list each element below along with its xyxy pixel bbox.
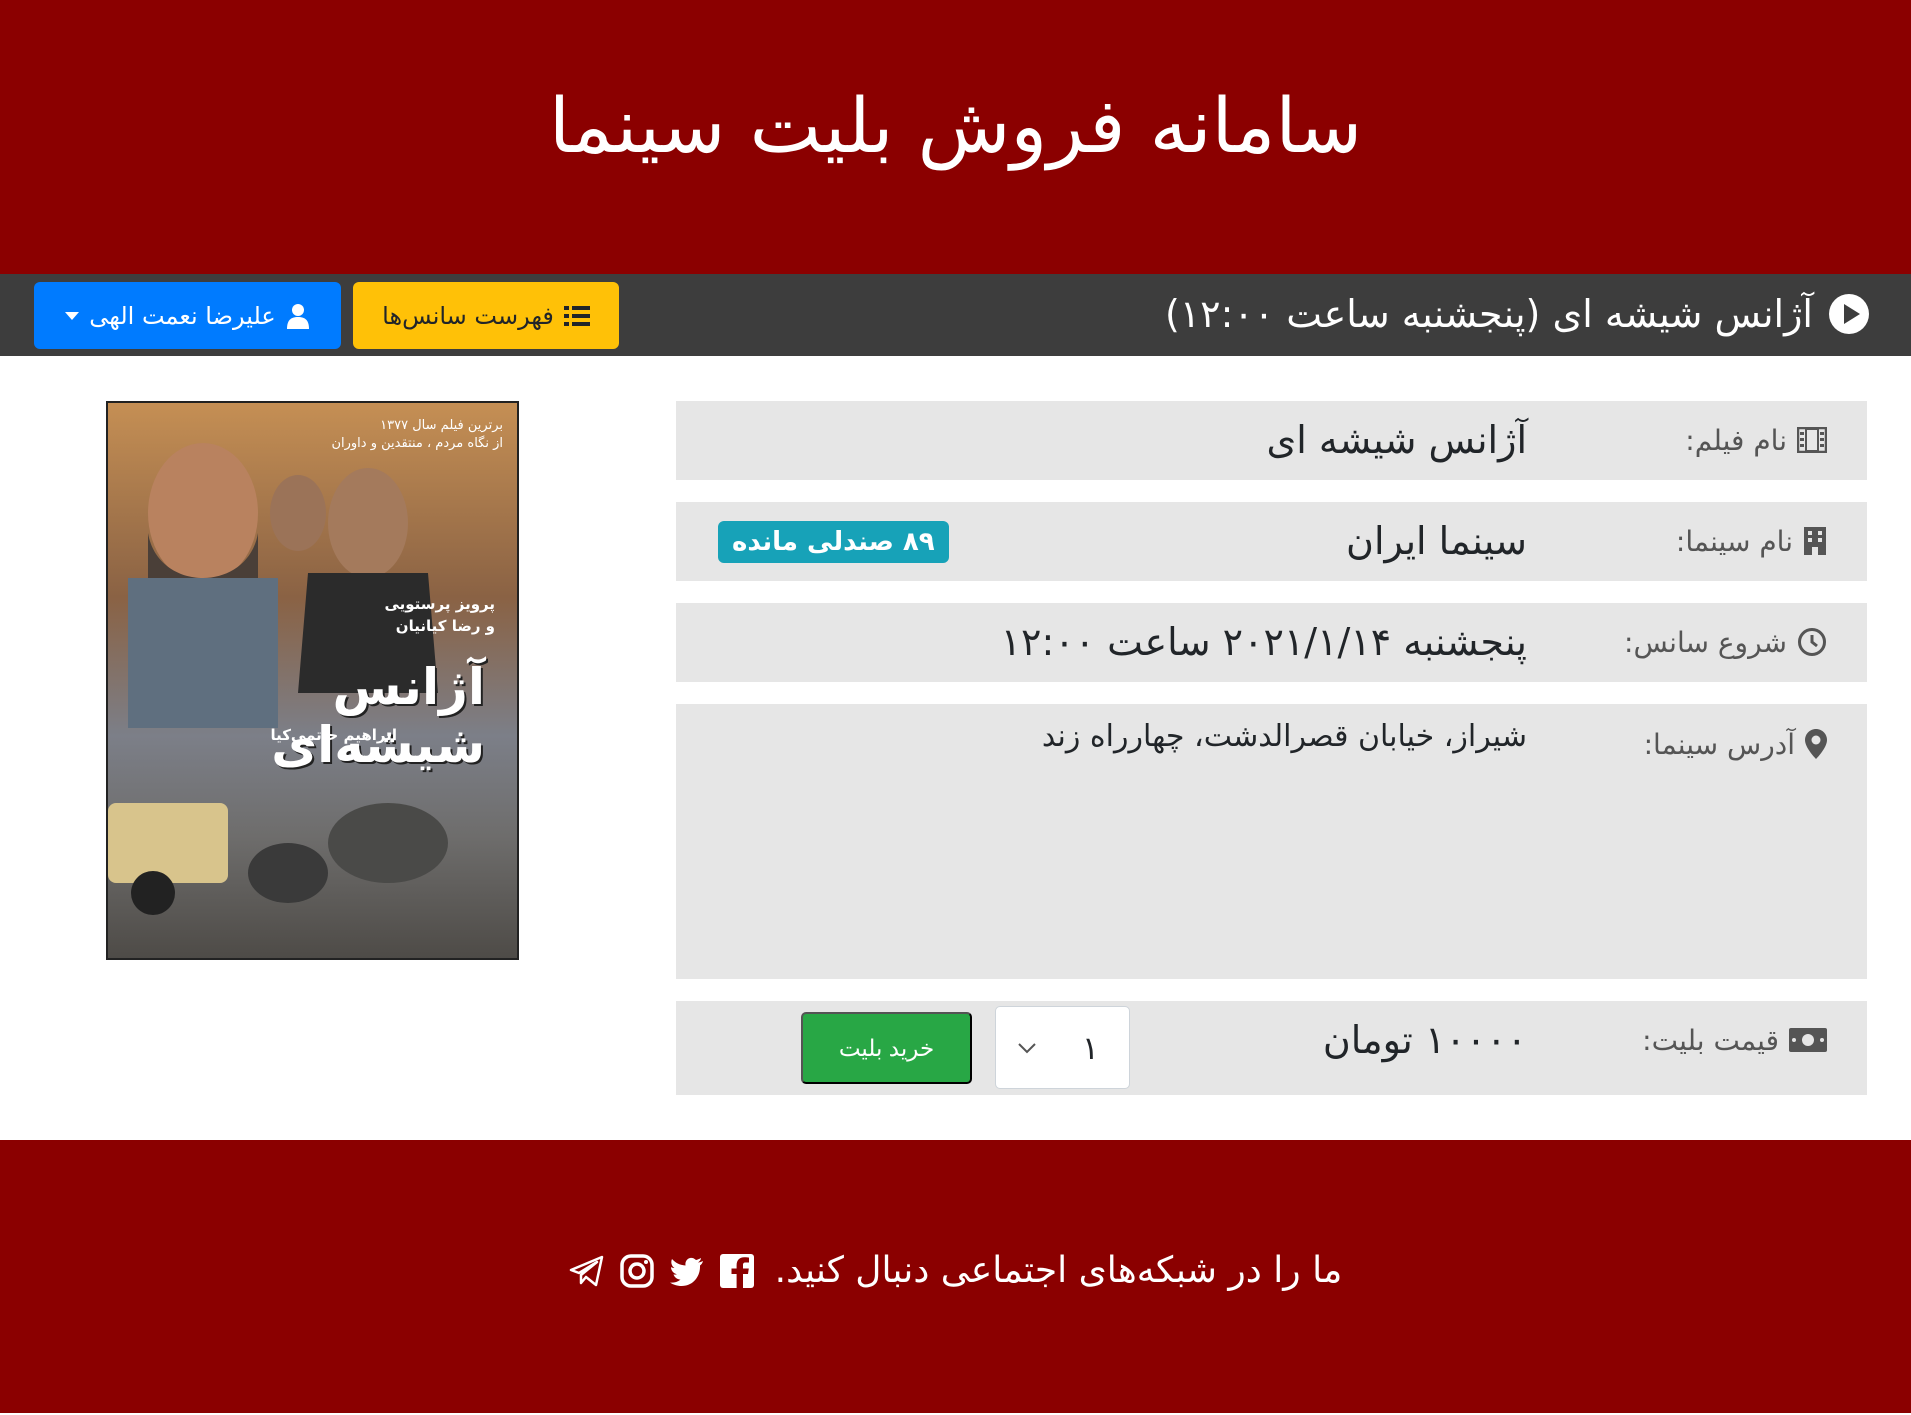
site-title: سامانه فروش بلیت سینما <box>548 80 1363 170</box>
cinema-name: سینما ایران <box>1346 519 1527 563</box>
movie-poster: برترین فیلم سال ۱۳۷۷ از نگاه مردم ، منتق… <box>106 401 519 960</box>
film-label: نام فیلم: <box>1685 401 1827 479</box>
ticket-quantity-select[interactable]: ۱ <box>995 1006 1130 1089</box>
footer-text: ما را در شبکه‌های اجتماعی دنبال کنید. <box>774 1250 1343 1291</box>
money-icon <box>1789 1028 1827 1052</box>
telegram-icon[interactable] <box>569 1253 605 1289</box>
list-icon <box>563 305 590 326</box>
ticket-price: ۱۰۰۰۰ تومان <box>1322 1018 1527 1062</box>
start-datetime: پنجشنبه ۲۰۲۱/۱/۱۴ ساعت ۱۲:۰۰ <box>1000 620 1527 664</box>
session-title: آژانس شیشه ای (پنجشنبه ساعت ۱۲:۰۰) <box>1165 288 1871 340</box>
cinema-row: نام سینما: سینما ایران ۸۹ صندلی مانده <box>676 502 1867 581</box>
address-row: آدرس سینما: شیراز، خیابان قصرالدشت، چهار… <box>676 704 1867 979</box>
building-icon <box>1804 527 1826 555</box>
play-circle-icon <box>1829 294 1869 334</box>
clock-icon <box>1798 628 1826 656</box>
user-menu-button[interactable]: علیرضا نعمت الهی <box>34 282 341 349</box>
address-label: آدرس سینما: <box>1644 706 1827 782</box>
start-label: شروع سانس: <box>1624 603 1827 681</box>
quantity-value: ۱ <box>1081 1028 1099 1067</box>
price-row: قیمت بلیت: ۱۰۰۰۰ تومان ۱ خرید بلیت <box>676 1001 1867 1095</box>
user-icon <box>286 303 309 329</box>
map-marker-icon <box>1805 729 1827 759</box>
sessions-list-label: فهرست سانس‌ها <box>382 301 554 330</box>
site-header: سامانه فروش بلیت سینما <box>0 0 1911 274</box>
footer-content: ما را در شبکه‌های اجتماعی دنبال کنید. <box>569 1250 1343 1291</box>
caret-down-icon <box>65 311 80 320</box>
start-row: شروع سانس: پنجشنبه ۲۰۲۱/۱/۱۴ ساعت ۱۲:۰۰ <box>676 603 1867 682</box>
film-name: آژانس شیشه ای <box>1266 418 1527 462</box>
film-icon <box>1797 427 1827 453</box>
twitter-icon[interactable] <box>669 1253 705 1289</box>
instagram-icon[interactable] <box>619 1253 655 1289</box>
sessions-list-button[interactable]: فهرست سانس‌ها <box>353 282 619 349</box>
user-name: علیرضا نعمت الهی <box>89 301 276 330</box>
price-label: قیمت بلیت: <box>1642 1001 1827 1079</box>
social-links <box>569 1253 755 1289</box>
poster-director: ابراهیم حاتمی‌کیا <box>270 726 397 744</box>
site-footer: ما را در شبکه‌های اجتماعی دنبال کنید. <box>0 1140 1911 1413</box>
cinema-label: نام سینما: <box>1676 502 1827 580</box>
poster-cast: پرویز پرستویی و رضا کیانیان <box>384 595 495 635</box>
film-row: نام فیلم: آژانس شیشه ای <box>676 401 1867 480</box>
buy-ticket-button[interactable]: خرید بلیت <box>801 1012 972 1084</box>
facebook-icon[interactable] <box>719 1253 755 1289</box>
poster-title: آژانس شیشه‌ای <box>271 658 485 774</box>
chevron-down-icon <box>1018 1042 1036 1053</box>
seats-remaining-badge: ۸۹ صندلی مانده <box>718 521 949 563</box>
session-title-text: آژانس شیشه ای (پنجشنبه ساعت ۱۲:۰۰) <box>1164 292 1813 336</box>
cinema-address: شیراز، خیابان قصرالدشت، چهارراه زند <box>1041 718 1527 754</box>
